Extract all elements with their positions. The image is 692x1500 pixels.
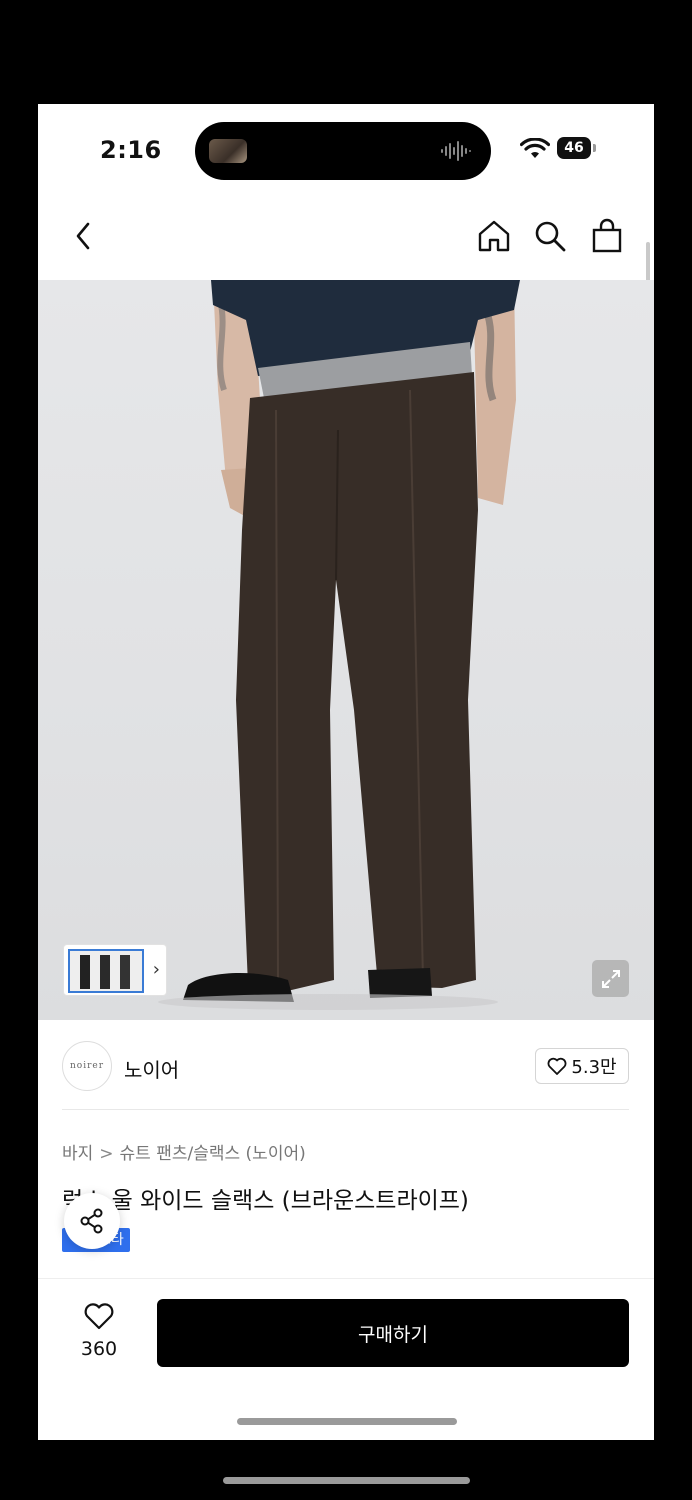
search-button[interactable]	[530, 216, 570, 256]
battery-indicator: 46	[557, 137, 591, 159]
brand-like-count: 5.3만	[571, 1057, 617, 1078]
divider	[62, 1109, 629, 1110]
thumbnail-image[interactable]	[68, 949, 144, 993]
share-button[interactable]	[64, 1193, 120, 1249]
heart-icon	[547, 1057, 567, 1075]
wifi-icon	[520, 138, 550, 158]
back-button[interactable]	[64, 216, 104, 256]
breadcrumb-chevron-icon: >	[99, 1144, 114, 1164]
back-icon	[76, 222, 90, 250]
status-time: 2:16	[100, 136, 162, 164]
buy-button[interactable]: 구매하기	[157, 1299, 629, 1367]
outer-home-indicator	[223, 1477, 470, 1484]
app-screen: 2:16 46 › noirer 노이어 5.3만 바지 > 슈트 팬츠/슬랙스…	[38, 104, 654, 1440]
home-button[interactable]	[474, 216, 514, 256]
expand-image-button[interactable]	[592, 960, 629, 997]
breadcrumb-subcategory[interactable]: 슈트 팬츠/슬랙스 (노이어)	[120, 1144, 306, 1164]
shopping-bag-icon	[592, 218, 622, 253]
brand-like-button[interactable]: 5.3만	[535, 1048, 629, 1084]
home-indicator[interactable]	[237, 1418, 457, 1425]
search-icon	[535, 221, 566, 252]
audio-waveform-icon	[441, 141, 471, 161]
chevron-right-icon: ›	[152, 959, 160, 980]
wishlist-count: 360	[80, 1338, 118, 1360]
heart-icon	[84, 1303, 114, 1330]
battery-cap	[593, 144, 596, 152]
brand-logo-text: noirer	[69, 1061, 105, 1071]
shopping-bag-button[interactable]	[587, 216, 627, 256]
wishlist-button[interactable]: 360	[74, 1302, 124, 1360]
thumbnail-trousers-illustration	[80, 955, 130, 989]
product-model-illustration	[158, 280, 520, 1010]
share-icon	[80, 1208, 103, 1234]
brand-logo[interactable]: noirer	[62, 1041, 112, 1091]
home-icon	[478, 220, 510, 252]
expand-icon	[601, 969, 620, 988]
breadcrumb-category[interactable]: 바지	[62, 1144, 93, 1164]
now-playing-thumbnail	[209, 139, 247, 163]
breadcrumb: 바지 > 슈트 팬츠/슬랙스 (노이어)	[62, 1139, 306, 1164]
product-title: 럭스 울 와이드 슬랙스 (브라운스트라이프)	[62, 1188, 469, 1214]
dynamic-island	[195, 122, 491, 180]
image-thumbnail-strip[interactable]: ›	[63, 944, 167, 996]
brand-name[interactable]: 노이어	[124, 1054, 179, 1083]
divider	[38, 1278, 654, 1279]
product-photo[interactable]: ›	[38, 280, 654, 1020]
